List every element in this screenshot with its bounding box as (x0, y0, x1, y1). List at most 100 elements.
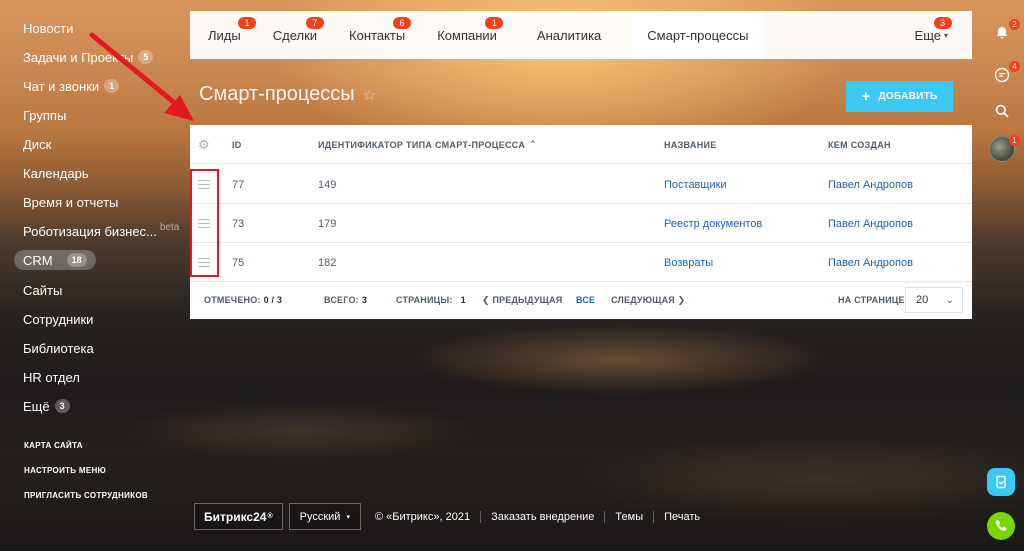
sidebar-item-label: Библиотека (23, 340, 94, 356)
tab-deals[interactable]: Сделки 7 (257, 11, 333, 59)
tab-more[interactable]: Еще ▾ 3 (915, 11, 952, 59)
language-select[interactable]: Русский ▾ (288, 503, 361, 530)
phone-shape (996, 520, 1007, 531)
tab-badge: 1 (238, 17, 256, 29)
tab-badge: 6 (393, 17, 412, 29)
configure-menu-link[interactable]: НАСТРОИТЬ МЕНЮ (24, 466, 106, 475)
cell-name-link[interactable]: Возвраты (664, 243, 713, 282)
avatar-badge: 1 (1009, 135, 1020, 146)
brand-logo[interactable]: Битрикс24 ® (194, 503, 283, 530)
sidebar-item-count: 3 (54, 399, 70, 413)
column-id[interactable]: ID (232, 125, 242, 164)
next-page-link[interactable]: СЛЕДУЮЩАЯ ❯ (611, 281, 685, 319)
sidebar-item-label: Сотрудники (23, 311, 94, 327)
sidebar-item-label: Роботизация бизнес... (23, 223, 157, 239)
phone-icon[interactable] (987, 512, 1015, 540)
total-label: ВСЕГО: (324, 295, 359, 305)
sidebar-item-more[interactable]: Ещё 3 (23, 396, 70, 416)
search-shape (995, 104, 1009, 118)
prev-page-link[interactable]: ❮ ПРЕДЫДУЩАЯ (482, 281, 562, 319)
plus-icon: + (861, 88, 871, 105)
table-row[interactable]: 77 149 Поставщики Павел Андропов (190, 165, 972, 204)
marked-label: ОТМЕЧЕНО: (204, 295, 261, 305)
page-footer: Битрикс24 ® Русский ▾ © «Битрикс», 2021 За… (194, 503, 700, 530)
tab-companies[interactable]: Компании 1 (421, 11, 515, 59)
print-link[interactable]: Печать (653, 510, 700, 523)
pinned-document-icon[interactable] (987, 468, 1015, 496)
sidebar-item-hr[interactable]: HR отдел (23, 367, 80, 387)
add-button[interactable]: + ДОБАВИТЬ (846, 81, 953, 112)
tab-analytics[interactable]: Аналитика (515, 11, 631, 59)
cell-type-id: 179 (318, 217, 337, 230)
document-shape (996, 475, 1006, 489)
crm-tab-bar: Лиды 1 Сделки 7 Контакты 6 Компании 1 Аналит… (190, 11, 972, 59)
smart-process-grid: ⚙ ID ИДЕНТИФИКАТОР ТИПА СМАРТ-ПРОЦЕССА ⌃ … (190, 125, 972, 319)
star-icon[interactable]: ☆ (363, 86, 376, 104)
sidebar-item-library[interactable]: Библиотека (23, 338, 94, 358)
chevron-down-icon: ⌄ (945, 294, 954, 306)
sidebar-item-news[interactable]: Новости (23, 18, 73, 38)
tab-contacts[interactable]: Контакты 6 (333, 11, 421, 59)
tab-label: Контакты (349, 27, 406, 43)
cell-name-link[interactable]: Поставщики (664, 165, 727, 204)
language-value: Русский (299, 510, 341, 523)
add-button-label: ДОБАВИТЬ (878, 91, 938, 102)
annotation-arrow (89, 32, 194, 121)
column-label: КЕМ СОЗДАН (828, 139, 891, 150)
sidebar-item-disk[interactable]: Диск (23, 134, 51, 154)
sidebar-item-label: Диск (23, 136, 52, 152)
sidebar-item-label: HR отдел (23, 369, 80, 385)
themes-link[interactable]: Темы (604, 510, 643, 523)
notification-badge: 2 (1009, 19, 1020, 30)
cell-type-id: 182 (318, 256, 337, 269)
tab-badge: 1 (485, 17, 504, 29)
sidebar-item-sites[interactable]: Сайты (23, 280, 62, 300)
column-name[interactable]: НАЗВАНИЕ (664, 125, 717, 164)
column-type-id[interactable]: ИДЕНТИФИКАТОР ТИПА СМАРТ-ПРОЦЕССА ⌃ (318, 125, 537, 164)
sidebar-item-label: Ещё (23, 398, 50, 414)
marked-counter: ОТМЕЧЕНО: 0 / 3 (204, 281, 282, 319)
sidebar-item-label: Группы (23, 107, 67, 123)
copyright: © «Битрикс», 2021 (374, 510, 471, 523)
column-label: ИДЕНТИФИКАТОР ТИПА СМАРТ-ПРОЦЕССА (318, 139, 526, 150)
bell-shape (996, 27, 1008, 39)
sidebar-item-employees[interactable]: Сотрудники (23, 309, 93, 329)
search-icon[interactable] (989, 98, 1015, 124)
caret-down-icon: ▾ (943, 30, 948, 40)
all-pages-link[interactable]: ВСЕ (576, 281, 595, 319)
sort-asc-icon: ⌃ (529, 139, 537, 149)
cell-type-id: 149 (318, 178, 337, 191)
tab-label: Смарт-процессы (647, 27, 749, 43)
sidebar-item-time[interactable]: Время и отчеты (23, 192, 118, 212)
cell-name-link[interactable]: Реестр документов (664, 204, 762, 243)
sitemap-link[interactable]: КАРТА САЙТА (24, 441, 83, 450)
chat-badge: 4 (1009, 61, 1020, 72)
marked-value: 0 / 3 (263, 295, 283, 305)
sidebar-item-label: Календарь (23, 165, 89, 181)
sidebar-item-crm[interactable]: CRM 18 (14, 250, 96, 270)
total-counter: ВСЕГО: 3 (324, 281, 367, 319)
cell-author-link[interactable]: Павел Андропов (828, 204, 913, 243)
table-row[interactable]: 73 179 Реестр документов Павел Андропов (190, 204, 972, 243)
cell-id: 77 (232, 178, 245, 191)
sidebar-item-groups[interactable]: Группы (23, 105, 66, 125)
sidebar-item-calendar[interactable]: Календарь (23, 163, 89, 183)
column-created-by[interactable]: КЕМ СОЗДАН (828, 125, 891, 164)
table-row[interactable]: 75 182 Возвраты Павел Андропов (190, 243, 972, 282)
cell-author-link[interactable]: Павел Андропов (828, 243, 913, 282)
cell-id: 75 (232, 256, 245, 269)
sidebar-item-robotization[interactable]: Роботизация бизнес... beta (23, 221, 179, 241)
pages-label: СТРАНИЦЫ: (396, 295, 453, 305)
caret-down-icon: ▾ (346, 513, 350, 521)
grid-footer: ОТМЕЧЕНО: 0 / 3 ВСЕГО: 3 СТРАНИЦЫ: 1 ❮ ПРЕД… (190, 281, 972, 319)
tab-smart-processes[interactable]: Смарт-процессы (631, 11, 765, 59)
per-page-select[interactable]: 20 ⌄ (905, 287, 963, 313)
right-panel: 2 4 1 (982, 0, 1024, 551)
gear-icon[interactable]: ⚙ (198, 137, 210, 153)
grid-header: ⚙ ID ИДЕНТИФИКАТОР ТИПА СМАРТ-ПРОЦЕССА ⌃ … (190, 125, 972, 164)
cell-author-link[interactable]: Павел Андропов (828, 165, 913, 204)
tab-label: Лиды (208, 27, 241, 43)
invite-employees-link[interactable]: ПРИГЛАСИТЬ СОТРУДНИКОВ (24, 491, 148, 500)
order-implementation-link[interactable]: Заказать внедрение (480, 510, 594, 523)
total-value: 3 (361, 295, 368, 305)
